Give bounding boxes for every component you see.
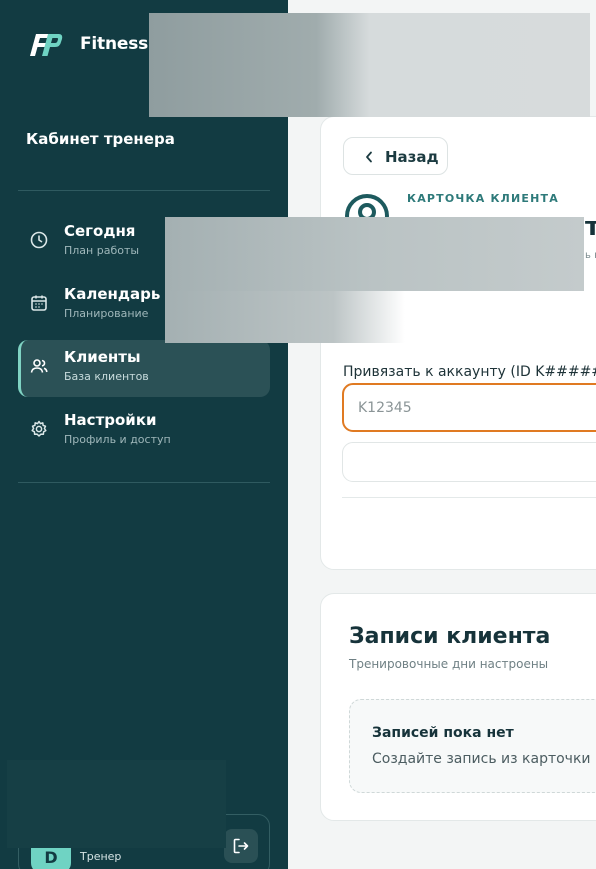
clock-icon (30, 231, 48, 249)
sidebar-item-settings[interactable]: Настройки Профиль и доступ (18, 403, 270, 460)
records-empty-state (349, 699, 596, 793)
records-subtitle: Тренировочные дни настроены (349, 657, 549, 671)
link-account-input[interactable] (342, 383, 596, 432)
client-subtitle: ь н (585, 250, 596, 261)
sidebar-item-sublabel: План работы (64, 244, 140, 257)
back-button[interactable]: Назад (343, 137, 448, 175)
empty-state-title: Записей пока нет (372, 725, 514, 741)
sidebar-divider-top (18, 190, 270, 191)
card-eyebrow: КАРТОЧКА КЛИЕНТА (407, 192, 559, 205)
brand-logo-icon (30, 34, 63, 56)
brand[interactable]: Fitness P (26, 30, 166, 58)
empty-state-text: Создайте запись из карточки к (372, 751, 596, 767)
client-name: т (585, 212, 596, 242)
redacted-area (149, 13, 590, 117)
sidebar-item-sublabel: База клиентов (64, 370, 149, 383)
sidebar-item-label: Сегодня (64, 222, 136, 240)
sidebar: Fitness P Кабинет тренера Сегодня План р… (0, 0, 288, 869)
sidebar-item-sublabel: Профиль и доступ (64, 433, 171, 446)
card-divider (342, 497, 596, 498)
sidebar-item-sublabel: Планирование (64, 307, 149, 320)
logout-icon (233, 838, 249, 854)
records-title: Записи клиента (349, 624, 551, 649)
sidebar-item-label: Клиенты (64, 348, 141, 366)
redacted-area (165, 291, 405, 343)
user-role: Тренер (80, 850, 122, 863)
logout-button[interactable] (224, 829, 258, 863)
chevron-left-icon (366, 151, 372, 163)
link-account-label: Привязать к аккаунту (ID K#####) (343, 364, 596, 380)
gear-icon (31, 420, 47, 437)
sidebar-item-clients[interactable]: Клиенты База клиентов (18, 340, 270, 397)
sidebar-divider-bottom (18, 482, 270, 483)
sidebar-item-label: Календарь (64, 285, 161, 303)
users-icon (30, 359, 48, 373)
secondary-field[interactable] (342, 442, 596, 482)
calendar-icon (31, 295, 47, 311)
back-label: Назад (385, 148, 439, 166)
sidebar-section-title: Кабинет тренера (26, 130, 175, 148)
client-card (320, 116, 596, 570)
redacted-area (7, 760, 226, 848)
sidebar-item-label: Настройки (64, 411, 157, 429)
redacted-area (165, 217, 584, 291)
